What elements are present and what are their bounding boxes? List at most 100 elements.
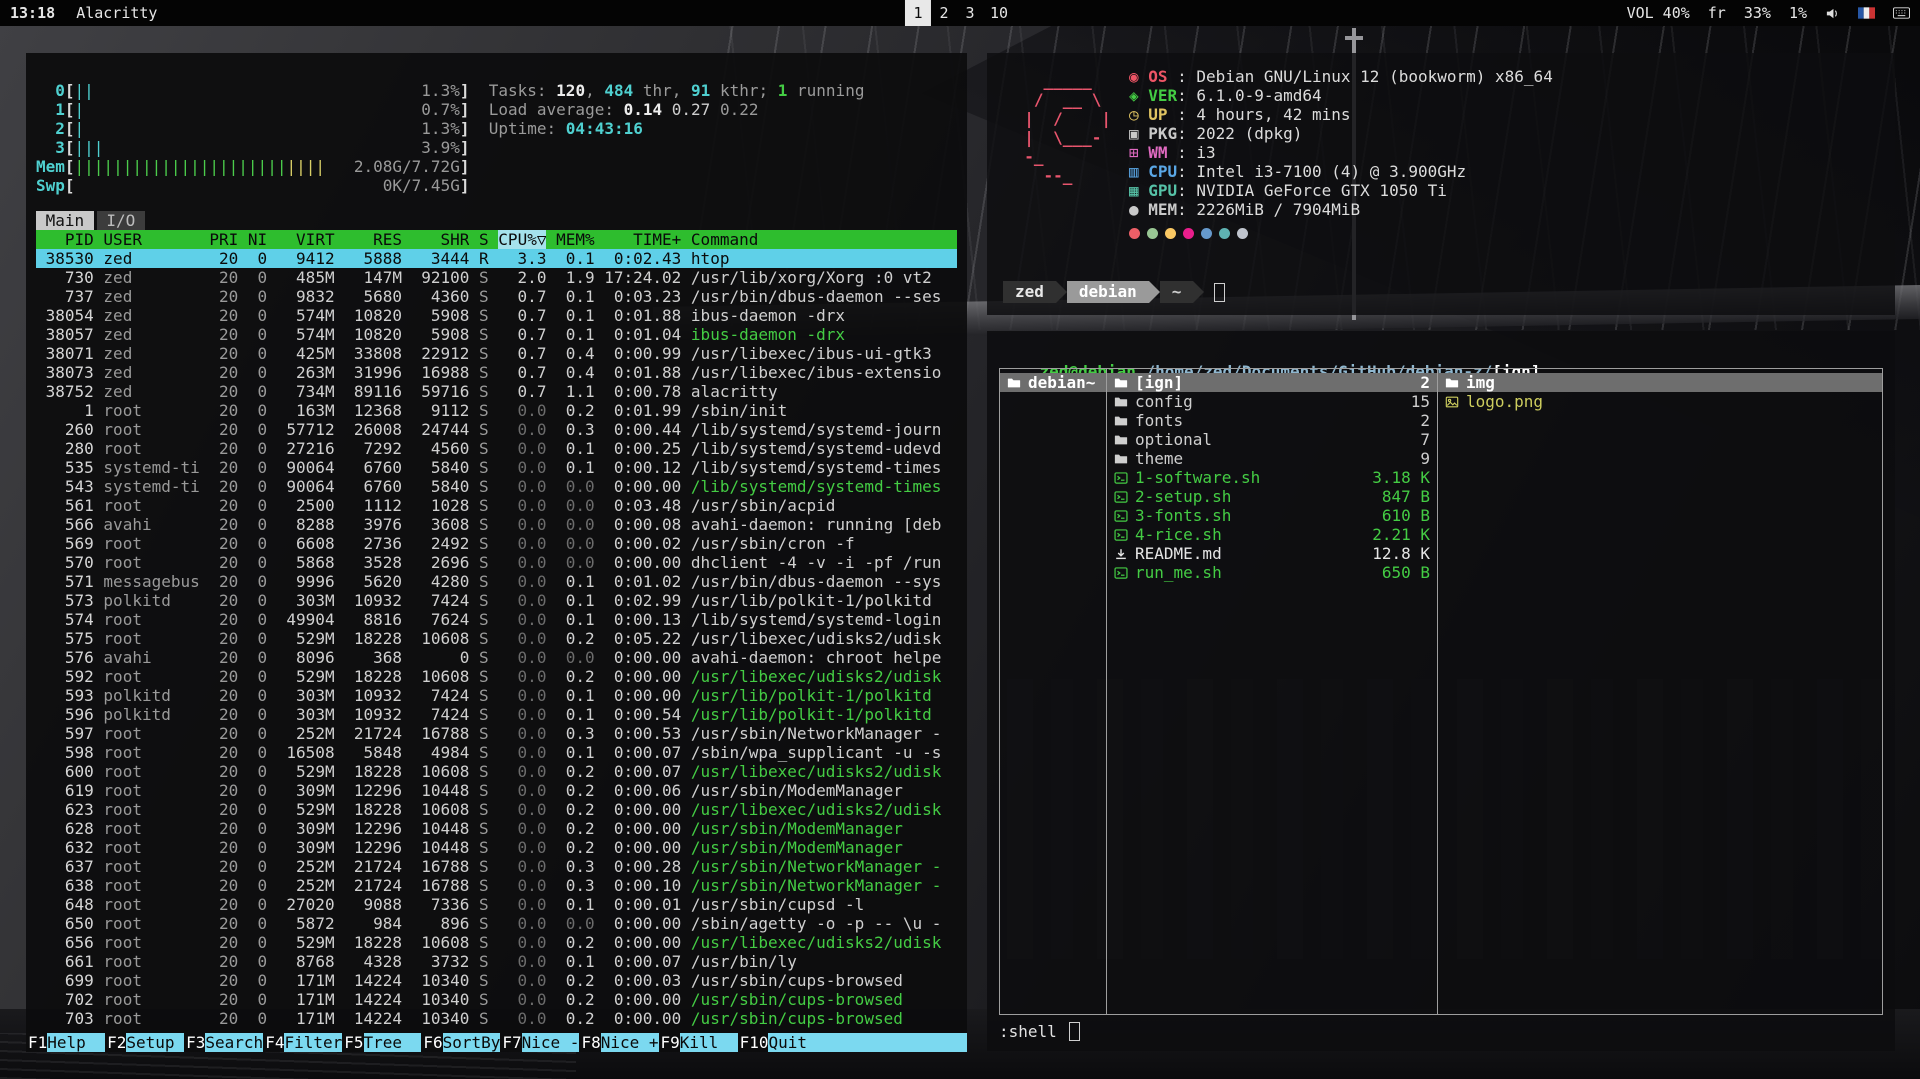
process-row-566[interactable]: 566avahi200828839763608S0.00.00:00.08ava… <box>36 515 957 534</box>
process-row-596[interactable]: 596polkitd200303M109327424S0.00.10:00.54… <box>36 705 957 724</box>
ranger-command-line[interactable]: :shell <box>999 1021 1883 1041</box>
dir-row-fonts[interactable]: fonts2 <box>1107 411 1437 430</box>
column-header-virt[interactable]: VIRT <box>277 230 335 249</box>
fnkey-f5[interactable]: F5Tree <box>342 1033 421 1052</box>
process-row-38071[interactable]: 38071zed200425M3380822912S0.70.40:00.99/… <box>36 344 957 363</box>
process-row-623[interactable]: 623root200529M1822810608S0.00.20:00.00/u… <box>36 800 957 819</box>
process-row-573[interactable]: 573polkitd200303M109327424S0.00.10:02.99… <box>36 591 957 610</box>
process-row-650[interactable]: 650root2005872984896S0.00.00:00.00/sbin/… <box>36 914 957 933</box>
process-row-592[interactable]: 592root200529M1822810608S0.00.20:00.00/u… <box>36 667 957 686</box>
process-row-703[interactable]: 703root200171M1422410340S0.00.20:00.00/u… <box>36 1009 957 1028</box>
process-row-570[interactable]: 570root200586835282696S0.00.00:00.00dhcl… <box>36 553 957 572</box>
process-row-571[interactable]: 571messagebus200999656204280S0.00.10:01.… <box>36 572 957 591</box>
column-header-pri[interactable]: PRI <box>209 230 238 249</box>
workspace-button-10[interactable]: 10 <box>983 0 1015 26</box>
column-header-pid[interactable]: PID <box>36 230 94 249</box>
dir-row-theme[interactable]: theme9 <box>1107 449 1437 468</box>
process-row-38057[interactable]: 38057zed200574M108205908S0.70.10:01.04ib… <box>36 325 957 344</box>
htop-tab-main[interactable]: Main <box>36 211 94 230</box>
process-table-header[interactable]: PID USER PRI NI VIRT RES SHR S CPU%▽ MEM% TIME+ Com… <box>36 230 957 249</box>
column-header-command[interactable]: Command <box>691 230 957 249</box>
shell-prompt[interactable]: zeddebian~ <box>1003 281 1879 303</box>
pkg-icon: ▣ <box>1129 124 1148 143</box>
htop-tab-io[interactable]: I/O <box>97 211 145 230</box>
ver-icon: ◈ <box>1129 86 1148 105</box>
process-row-638[interactable]: 638root200252M2172416788S0.00.30:00.10/u… <box>36 876 957 895</box>
folder-icon <box>1114 452 1128 466</box>
fnkey-f7[interactable]: F7Nice - <box>500 1033 579 1052</box>
palette-dot-4 <box>1201 228 1212 239</box>
process-row-661[interactable]: 661root200876843283732S0.00.10:00.07/usr… <box>36 952 957 971</box>
column-header-mem[interactable]: MEM% <box>556 230 595 249</box>
fnkey-f8[interactable]: F8Nice + <box>579 1033 658 1052</box>
file-row-2-setup.sh[interactable]: 2-setup.sh847 B <box>1107 487 1437 506</box>
speaker-icon[interactable] <box>1825 6 1840 21</box>
workspace-button-2[interactable]: 2 <box>931 0 957 26</box>
process-row-699[interactable]: 699root200171M1422410340S0.00.20:00.03/u… <box>36 971 957 990</box>
process-row-280[interactable]: 280root2002721672924560S0.00.10:00.25/li… <box>36 439 957 458</box>
column-header-time[interactable]: TIME+ <box>604 230 681 249</box>
column-header-res[interactable]: RES <box>344 230 402 249</box>
process-row-38073[interactable]: 38073zed200263M3199616988S0.70.40:01.88/… <box>36 363 957 382</box>
column-header-ni[interactable]: NI <box>248 230 267 249</box>
fetch-line-mem: ●MEM: 2226MiB / 7904MiB <box>1129 200 1553 219</box>
column-header-user[interactable]: USER <box>103 230 199 249</box>
workspace-button-3[interactable]: 3 <box>957 0 983 26</box>
up-icon: ◷ <box>1129 105 1148 124</box>
dir-row-[ign][interactable]: [ign]2 <box>1107 373 1437 392</box>
file-row-logo.png[interactable]: logo.png <box>1438 392 1882 411</box>
file-row-README.md[interactable]: README.md12.8 K <box>1107 544 1437 563</box>
process-row-535[interactable]: 535systemd-ti2009006467605840S0.00.10:00… <box>36 458 957 477</box>
process-row-730[interactable]: 730zed200485M147M92100S2.01.917:24.02/us… <box>36 268 957 287</box>
process-row-38054[interactable]: 38054zed200574M108205908S0.70.10:01.88ib… <box>36 306 957 325</box>
dir-row-img[interactable]: img <box>1438 373 1882 392</box>
file-row-4-rice.sh[interactable]: 4-rice.sh2.21 K <box>1107 525 1437 544</box>
process-row-569[interactable]: 569root200660827362492S0.00.00:00.02/usr… <box>36 534 957 553</box>
dir-row-debian~[interactable]: debian~ <box>1000 373 1106 392</box>
fnkey-f9[interactable]: F9Kill <box>659 1033 738 1052</box>
process-row-597[interactable]: 597root200252M2172416788S0.00.30:00.53/u… <box>36 724 957 743</box>
ranger-command-text: :shell <box>999 1022 1066 1041</box>
keyboard-icon[interactable] <box>1893 7 1910 19</box>
dir-row-config[interactable]: config15 <box>1107 392 1437 411</box>
process-row-574[interactable]: 574root2004990488167624S0.00.10:00.13/li… <box>36 610 957 629</box>
column-header-s[interactable]: S <box>479 230 489 249</box>
fnkey-f2[interactable]: F2Setup <box>105 1033 184 1052</box>
process-row-637[interactable]: 637root200252M2172416788S0.00.30:00.28/u… <box>36 857 957 876</box>
process-row-38752[interactable]: 38752zed200734M8911659716S0.71.10:00.78a… <box>36 382 957 401</box>
fnkey-f3[interactable]: F3Search <box>184 1033 263 1052</box>
process-row-576[interactable]: 576avahi20080963680S0.00.00:00.00avahi-d… <box>36 648 957 667</box>
process-row-656[interactable]: 656root200529M1822810608S0.00.20:00.00/u… <box>36 933 957 952</box>
process-row-600[interactable]: 600root200529M1822810608S0.00.20:00.07/u… <box>36 762 957 781</box>
process-row-628[interactable]: 628root200309M1229610448S0.00.20:00.00/u… <box>36 819 957 838</box>
process-row-702[interactable]: 702root200171M1422410340S0.00.20:00.00/u… <box>36 990 957 1009</box>
column-header-cpu[interactable]: CPU%▽ <box>498 230 546 249</box>
process-row-1[interactable]: 1root200163M123689112S0.00.20:01.99/sbin… <box>36 401 957 420</box>
process-row-593[interactable]: 593polkitd200303M109327424S0.00.10:00.00… <box>36 686 957 705</box>
process-row-632[interactable]: 632root200309M1229610448S0.00.20:00.00/u… <box>36 838 957 857</box>
process-row-260[interactable]: 260root200577122600824744S0.00.30:00.44/… <box>36 420 957 439</box>
fnkey-f1[interactable]: F1Help <box>26 1033 105 1052</box>
volume-indicator[interactable]: VOL 40% <box>1627 4 1690 22</box>
fnkey-f6[interactable]: F6SortBy <box>421 1033 500 1052</box>
fr-flag-icon[interactable] <box>1858 7 1875 19</box>
stat-percent-2: 1% <box>1789 4 1807 22</box>
summary-line-2: Uptime: 04:43:16 <box>489 119 865 138</box>
file-row-run_me.sh[interactable]: run_me.sh650 B <box>1107 563 1437 582</box>
fnkey-f10[interactable]: F10Quit <box>738 1033 827 1052</box>
dir-row-optional[interactable]: optional7 <box>1107 430 1437 449</box>
process-row-619[interactable]: 619root200309M1229610448S0.00.20:00.06/u… <box>36 781 957 800</box>
fnkey-f4[interactable]: F4Filter <box>263 1033 342 1052</box>
process-row-598[interactable]: 598root2001650858484984S0.00.10:00.07/sb… <box>36 743 957 762</box>
process-row-737[interactable]: 737zed200983256804360S0.70.10:03.23/usr/… <box>36 287 957 306</box>
process-row-561[interactable]: 561root200250011121028S0.00.00:03.48/usr… <box>36 496 957 515</box>
keyboard-layout-indicator[interactable]: fr <box>1708 4 1726 22</box>
column-header-shr[interactable]: SHR <box>412 230 470 249</box>
process-row-543[interactable]: 543systemd-ti2009006467605840S0.00.00:00… <box>36 477 957 496</box>
process-row-575[interactable]: 575root200529M1822810608S0.00.20:05.22/u… <box>36 629 957 648</box>
process-row-648[interactable]: 648root2002702090887336S0.00.10:00.01/us… <box>36 895 957 914</box>
process-row-38530[interactable]: 38530zed200941258883444R3.30.10:02.43hto… <box>36 249 957 268</box>
workspace-button-1[interactable]: 1 <box>905 0 931 26</box>
file-row-1-software.sh[interactable]: 1-software.sh3.18 K <box>1107 468 1437 487</box>
file-row-3-fonts.sh[interactable]: 3-fonts.sh610 B <box>1107 506 1437 525</box>
